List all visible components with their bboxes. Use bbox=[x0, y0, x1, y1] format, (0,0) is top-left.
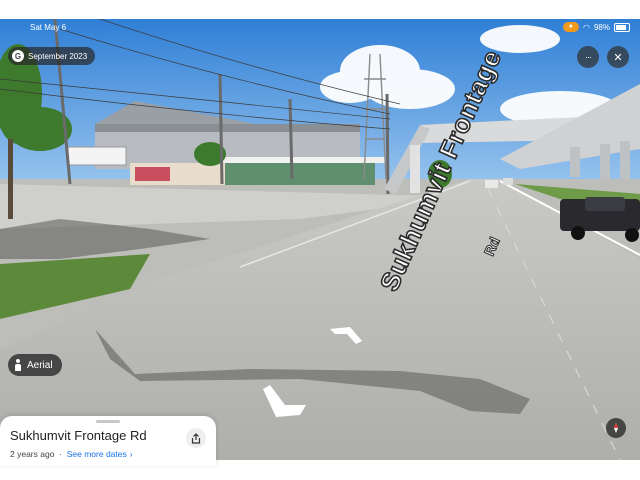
share-icon bbox=[191, 432, 201, 444]
drag-handle[interactable] bbox=[96, 420, 120, 423]
battery-icon bbox=[614, 22, 630, 32]
panorama-image bbox=[0, 19, 640, 460]
capture-age: 2 years ago bbox=[10, 449, 55, 459]
capture-date: September 2023 bbox=[28, 51, 88, 61]
microphone-indicator-icon: ● bbox=[562, 22, 579, 32]
wifi-icon: ◠ bbox=[583, 22, 590, 32]
see-more-dates-link[interactable]: See more dates bbox=[67, 449, 127, 459]
pegman-icon bbox=[14, 359, 22, 371]
status-time: Sat May 6 bbox=[30, 22, 67, 32]
google-g-icon: G bbox=[12, 50, 24, 62]
capture-info-row: 2 years ago · See more dates › bbox=[10, 449, 133, 459]
close-button[interactable]: ✕ bbox=[607, 46, 629, 68]
street-view-panorama[interactable]: Sukhumvit Frontage Rd bbox=[0, 19, 640, 460]
more-options-button[interactable]: ··· bbox=[577, 46, 599, 68]
close-icon: ✕ bbox=[613, 51, 623, 64]
compass-button[interactable] bbox=[606, 418, 626, 438]
compass-icon bbox=[614, 423, 618, 433]
place-info-card[interactable]: Sukhumvit Frontage Rd 2 years ago · See … bbox=[0, 416, 216, 466]
separator: · bbox=[56, 449, 65, 459]
share-button[interactable] bbox=[186, 428, 206, 448]
aerial-label: Aerial bbox=[27, 359, 53, 371]
place-title: Sukhumvit Frontage Rd bbox=[10, 428, 147, 443]
street-view-screen: Sukhumvit Frontage Rd Sat May 6 ● ◠ 98% … bbox=[0, 0, 640, 480]
capture-date-chip[interactable]: G September 2023 bbox=[8, 47, 96, 65]
status-bar-right: ● ◠ 98% bbox=[562, 19, 630, 35]
battery-percent: 98% bbox=[593, 22, 610, 32]
chevron-right-icon: › bbox=[129, 449, 133, 459]
more-icon: ··· bbox=[585, 52, 592, 62]
aerial-button[interactable]: Aerial bbox=[8, 354, 62, 376]
